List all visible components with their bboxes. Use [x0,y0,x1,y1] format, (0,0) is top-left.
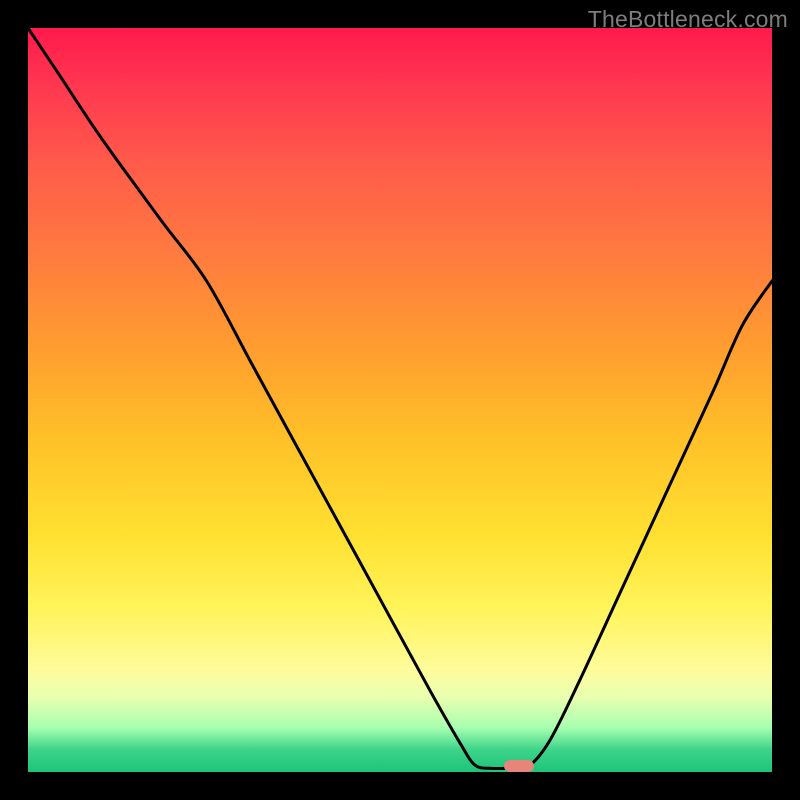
plot-area [28,28,772,772]
bottleneck-curve [28,28,772,772]
watermark-text: TheBottleneck.com [588,6,788,33]
optimal-marker [504,760,534,772]
